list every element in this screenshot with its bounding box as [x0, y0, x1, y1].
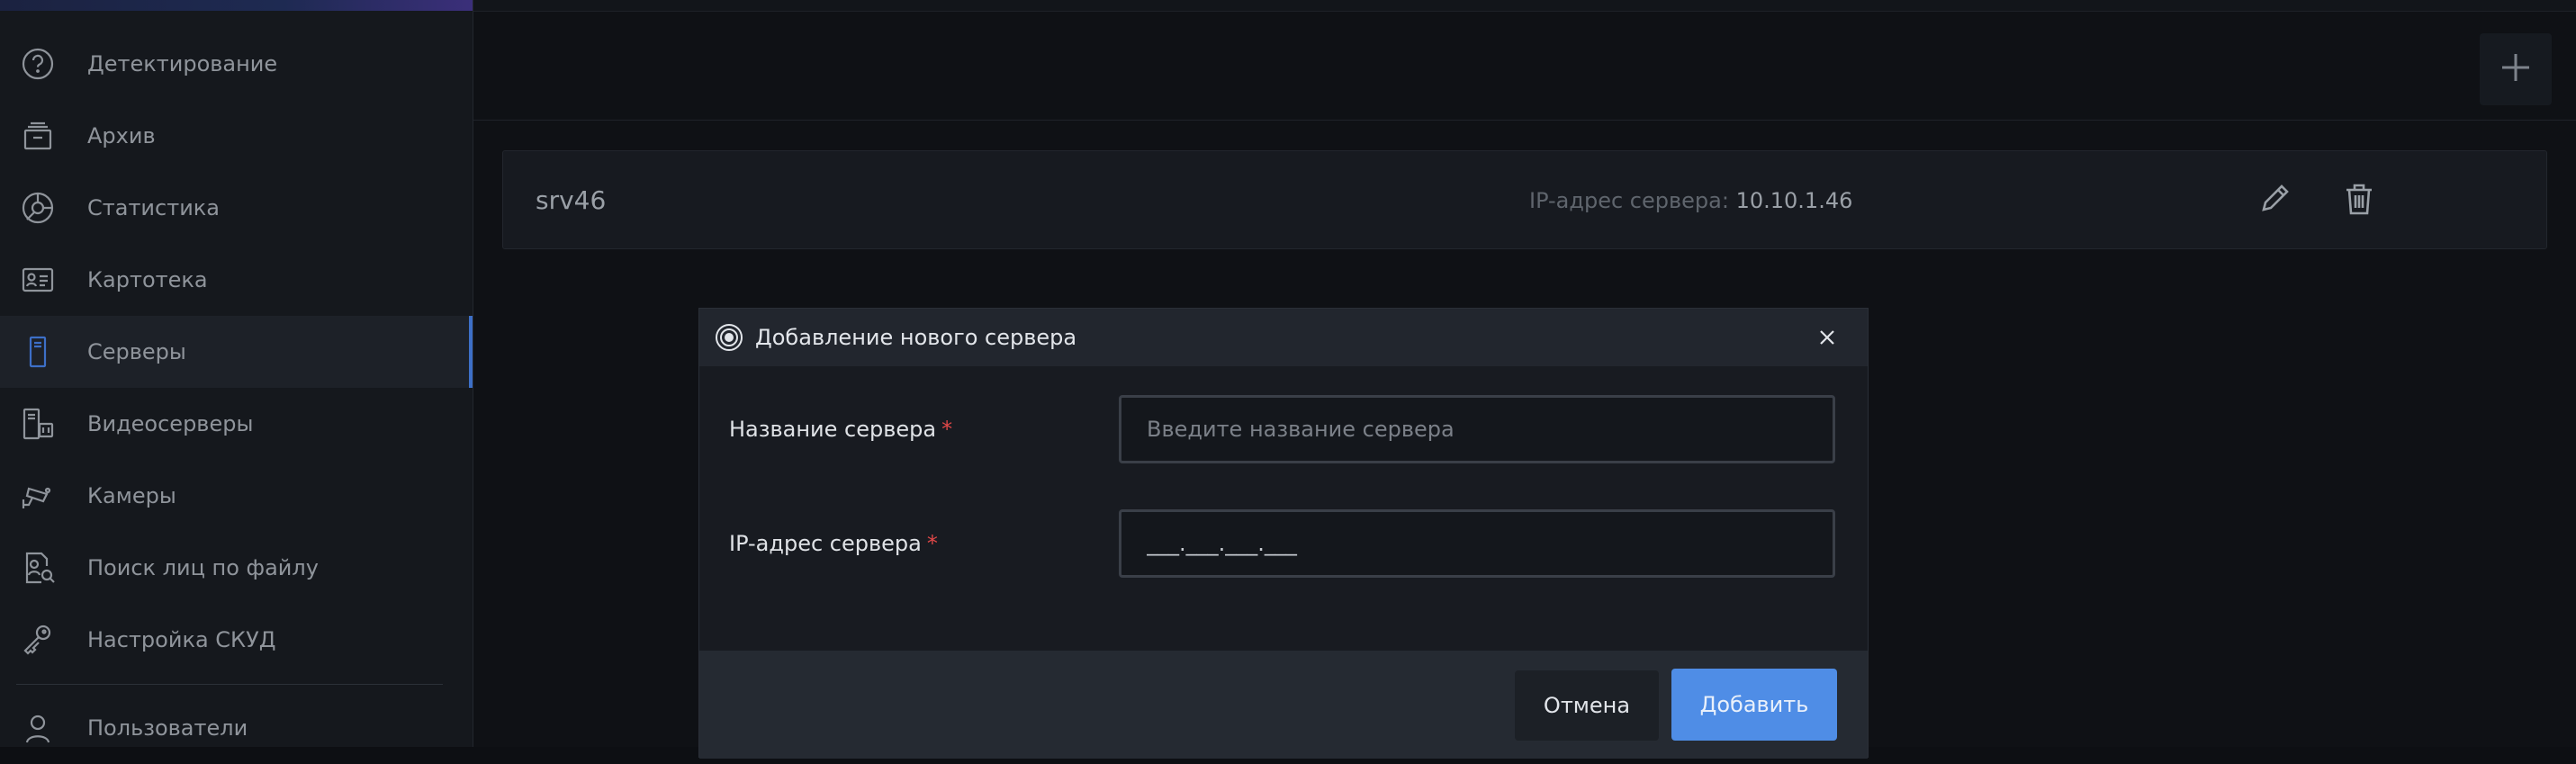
server-ip: IP-адрес сервера: 10.10.1.46 [1529, 188, 1852, 213]
plus-icon [2498, 49, 2534, 89]
sidebar-item-label: Настройка СКУД [87, 627, 276, 652]
trash-icon [2341, 181, 2377, 220]
server-ip-label: IP-адрес сервера * [729, 531, 938, 556]
sidebar-item-cameras[interactable]: Камеры [0, 460, 473, 532]
add-server-dialog: Добавление нового сервера Название серве… [698, 308, 1869, 759]
card-index-icon [18, 260, 58, 300]
sidebar-item-label: Камеры [87, 483, 176, 508]
server-ip-label: IP-адрес сервера: [1529, 188, 1729, 213]
dialog-title: Добавление нового сервера [755, 325, 1077, 350]
pencil-icon [2256, 181, 2292, 220]
cancel-button[interactable]: Отмена [1515, 670, 1659, 741]
video-server-icon [18, 404, 58, 444]
camera-icon [18, 476, 58, 516]
sidebar-item-label: Детектирование [87, 51, 278, 76]
close-icon[interactable] [1814, 324, 1841, 351]
top-bar [473, 0, 2576, 12]
server-icon [18, 332, 58, 372]
app-logo-icon [714, 322, 744, 353]
server-name-label-text: Название сервера [729, 417, 937, 442]
sidebar-item-label: Пользователи [87, 715, 248, 741]
help-circle-icon [18, 44, 58, 84]
sidebar-header-gradient [0, 0, 473, 11]
sidebar-item-label: Картотека [87, 267, 208, 292]
dialog-header: Добавление нового сервера [699, 309, 1868, 366]
server-ip-label-text: IP-адрес сервера [729, 531, 922, 556]
sidebar-item-video-servers[interactable]: Видеосерверы [0, 388, 473, 460]
server-name-label: Название сервера * [729, 417, 952, 442]
sidebar-item-users[interactable]: Пользователи [0, 692, 473, 764]
statistics-icon [18, 188, 58, 228]
server-name: srv46 [536, 185, 607, 215]
sidebar-item-statistics[interactable]: Статистика [0, 172, 473, 244]
sidebar: Детектирование Архив Статистика Картотек… [0, 0, 473, 747]
sidebar-item-label: Поиск лиц по файлу [87, 555, 319, 580]
user-icon [18, 708, 58, 748]
sidebar-item-face-search[interactable]: Поиск лиц по файлу [0, 532, 473, 604]
sidebar-item-label: Серверы [87, 339, 186, 364]
required-mark: * [926, 531, 938, 556]
dialog-footer: Отмена Добавить [699, 651, 1868, 759]
face-search-icon [18, 548, 58, 588]
sidebar-item-access-control[interactable]: Настройка СКУД [0, 604, 473, 676]
toolbar [473, 12, 2576, 121]
sidebar-item-archive[interactable]: Архив [0, 100, 473, 172]
sidebar-item-label: Архив [87, 123, 156, 148]
sidebar-item-card-index[interactable]: Картотека [0, 244, 473, 316]
delete-server-button[interactable] [2337, 178, 2382, 223]
server-card[interactable]: srv46 IP-адрес сервера: 10.10.1.46 [502, 150, 2547, 249]
sidebar-divider [16, 684, 443, 685]
sidebar-item-label: Видеосерверы [87, 411, 254, 436]
keys-icon [18, 620, 58, 660]
archive-icon [18, 116, 58, 156]
sidebar-item-detection[interactable]: Детектирование [0, 28, 473, 100]
add-server-button[interactable] [2480, 33, 2552, 105]
add-button[interactable]: Добавить [1671, 669, 1837, 741]
server-ip-value: 10.10.1.46 [1735, 188, 1853, 213]
sidebar-item-servers[interactable]: Серверы [0, 316, 473, 388]
required-mark: * [941, 417, 953, 442]
edit-server-button[interactable] [2252, 178, 2297, 223]
sidebar-item-label: Статистика [87, 195, 220, 220]
server-name-input[interactable] [1119, 395, 1835, 463]
server-ip-input[interactable] [1119, 509, 1835, 578]
